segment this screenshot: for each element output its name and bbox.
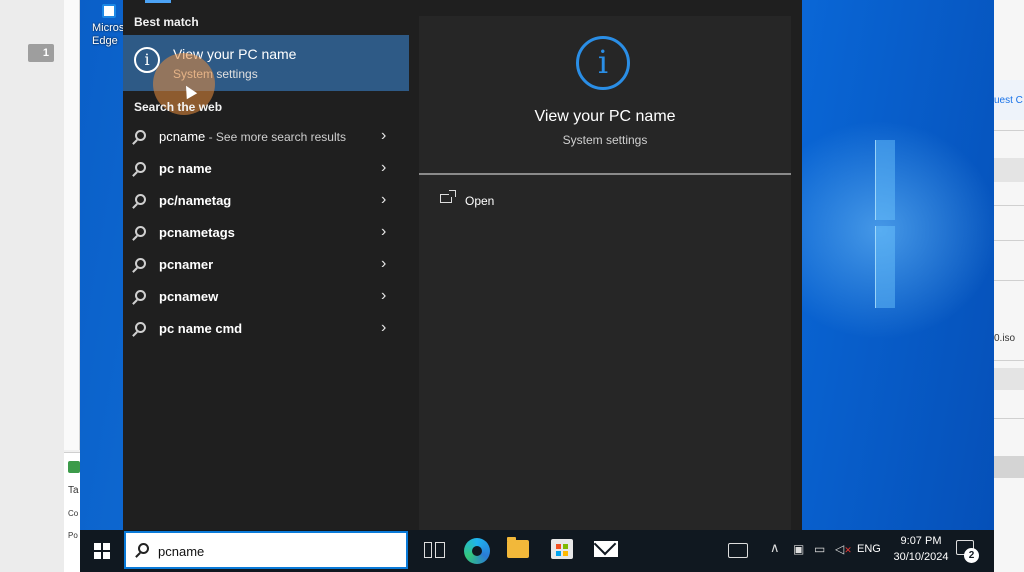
detail-subtitle: System settings (562, 133, 648, 147)
web-suggestion-text: pcnamer (159, 257, 214, 272)
web-suggestion-label: pcnamer (159, 257, 213, 272)
edge-icon[interactable] (464, 538, 490, 564)
host-right-panel: uest C 0.iso (994, 0, 1024, 572)
web-suggestion-label: pcname - See more search results (159, 129, 346, 144)
host-row: Co (68, 509, 79, 518)
web-suggestion-item[interactable]: pc/nametag › (123, 185, 409, 217)
network-icon[interactable]: ▭ (814, 542, 825, 556)
host-check-icon (68, 461, 80, 473)
volume-muted-icon[interactable]: ◁✕ (835, 542, 852, 556)
mail-icon[interactable] (594, 541, 618, 557)
chevron-right-icon[interactable]: › (381, 287, 386, 305)
search-icon (135, 194, 146, 205)
search-results-list: Best match i View your PC name System se… (123, 0, 409, 530)
web-suggestion-text: pc name (159, 161, 212, 176)
web-search-heading: Search the web (134, 100, 223, 114)
host-divider (994, 280, 1024, 281)
task-view-icon[interactable] (422, 538, 448, 564)
web-suggestion-item[interactable]: pcnamew › (123, 281, 409, 313)
web-suggestion-item[interactable]: pc name › (123, 153, 409, 185)
search-icon (135, 130, 146, 141)
taskbar-search-box[interactable] (124, 531, 408, 569)
chevron-right-icon[interactable]: › (381, 159, 386, 177)
web-suggestion-text: pc/nametag (159, 193, 232, 208)
wallpaper-pane (875, 140, 895, 220)
chevron-right-icon[interactable]: › (381, 255, 386, 273)
open-button[interactable]: Open (435, 190, 555, 213)
chevron-right-icon[interactable]: › (381, 223, 386, 241)
web-suggestion-text: pcname (159, 129, 206, 144)
web-suggestion-item[interactable]: pcname - See more search results › (123, 121, 409, 153)
search-icon (135, 162, 146, 173)
web-suggestion-label: pc name cmd (159, 321, 242, 336)
detail-divider (419, 173, 791, 175)
clock-date[interactable]: 30/10/2024 (888, 551, 954, 563)
chevron-up-icon[interactable]: ∧ (770, 540, 780, 556)
host-divider (994, 205, 1024, 206)
news-icon[interactable] (728, 543, 748, 558)
info-icon: i (576, 36, 630, 90)
search-icon (135, 258, 146, 269)
host-block (994, 456, 1024, 478)
host-divider (994, 240, 1024, 241)
chevron-right-icon[interactable]: › (381, 127, 386, 145)
best-match-heading: Best match (134, 15, 199, 29)
search-icon (135, 322, 146, 333)
search-input[interactable] (158, 541, 398, 561)
host-sidebar: 1 (0, 0, 64, 572)
web-suggestion-label: pcnamew (159, 289, 218, 304)
web-suggestion-label: pc/nametag (159, 193, 231, 208)
web-suggestion-item[interactable]: pcnametags › (123, 217, 409, 249)
web-suggestion-item[interactable]: pcnamer › (123, 249, 409, 281)
host-fragment[interactable]: uest C (994, 95, 1023, 106)
windows-logo-icon (94, 543, 110, 559)
web-suggestion-hint: - See more search results (205, 130, 346, 144)
result-detail-pane: i View your PC name System settings Open (419, 16, 791, 530)
host-block (994, 158, 1024, 182)
host-badge: 1 (28, 44, 54, 62)
host-divider (994, 360, 1024, 361)
language-indicator[interactable]: ENG (857, 543, 881, 555)
notification-count: 2 (964, 548, 979, 563)
chevron-right-icon[interactable]: › (381, 191, 386, 209)
detail-title: View your PC name (534, 108, 676, 125)
web-suggestion-label: pcnametags (159, 225, 235, 240)
host-divider (994, 130, 1024, 131)
web-suggestion-text: pcnamew (159, 289, 219, 304)
web-suggestion-item[interactable]: pc name cmd › (123, 313, 409, 345)
start-search-panel: Best match i View your PC name System se… (123, 0, 802, 530)
host-row: Po (68, 531, 78, 540)
best-match-item[interactable]: i View your PC name System settings (123, 35, 409, 115)
start-button[interactable] (80, 530, 123, 572)
meet-now-icon[interactable]: ▣ (793, 542, 804, 556)
wallpaper-glow (800, 120, 994, 340)
search-icon (138, 543, 149, 554)
file-explorer-icon[interactable] (507, 537, 529, 558)
search-icon (135, 290, 146, 301)
web-suggestion-text: pc name cmd (159, 321, 243, 336)
host-fragment[interactable]: 0.iso (994, 333, 1015, 344)
web-suggestion-label: pc name (159, 161, 212, 176)
clock-time[interactable]: 9:07 PM (894, 535, 948, 547)
store-icon[interactable] (551, 539, 573, 559)
wallpaper-pane (875, 226, 895, 308)
edge-shortcut-icon (102, 4, 116, 18)
search-icon (135, 226, 146, 237)
host-row: Ta (68, 485, 79, 496)
chevron-right-icon[interactable]: › (381, 319, 386, 337)
open-icon (440, 190, 456, 203)
web-suggestion-text: pcnametags (159, 225, 235, 240)
open-label: Open (465, 194, 495, 208)
host-divider (994, 418, 1024, 419)
host-block (994, 368, 1024, 390)
host-panel (64, 0, 80, 450)
taskbar: ∧ ▣ ▭ ◁✕ ENG 9:07 PM 30/10/2024 2 (80, 530, 994, 572)
